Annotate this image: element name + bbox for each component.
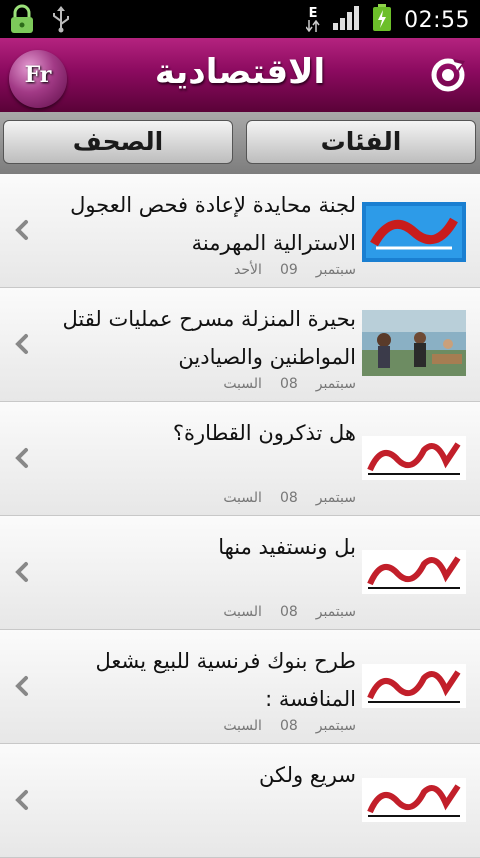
list-item[interactable]: لجنة محايدة لإعادة فحص العجول الاسترالية… <box>0 174 480 288</box>
title-bar: Fr الاقتصادية <box>0 38 480 112</box>
tab-papers[interactable]: الصحف <box>3 120 233 164</box>
article-headline: سريع ولكن <box>258 763 356 787</box>
battery-charging-icon <box>372 4 392 36</box>
article-headline: هل تذكرون القطارة؟ <box>172 421 356 445</box>
list-item[interactable]: سريع ولكن <box>0 744 480 858</box>
article-date: سبتمبر 08 السبت <box>223 718 356 734</box>
chevron-left-icon <box>15 448 28 468</box>
article-headline: بحيرة المنزلة مسرح عمليات لقتل المواطنين… <box>62 307 357 369</box>
chevron-left-icon <box>15 676 28 696</box>
akhbar-logo-icon <box>362 202 466 262</box>
chevron-left-icon <box>15 334 28 354</box>
list-item[interactable]: بل ونستفيد منها سبتمبر 08 السبت <box>0 516 480 630</box>
ahram-logo-icon <box>362 550 466 594</box>
network-type-label: E <box>308 6 318 21</box>
list-item[interactable]: بحيرة المنزلة مسرح عمليات لقتل المواطنين… <box>0 288 480 402</box>
tabs-bar: الصحف الفئات <box>0 112 480 174</box>
article-headline: لجنة محايدة لإعادة فحص العجول الاسترالية… <box>70 193 356 255</box>
refresh-button[interactable] <box>429 56 467 94</box>
ahram-logo-icon <box>362 436 466 480</box>
chevron-left-icon <box>15 790 28 810</box>
article-list: لجنة محايدة لإعادة فحص العجول الاسترالية… <box>0 174 480 858</box>
status-bar: E 02:55 <box>0 0 480 38</box>
article-headline: بل ونستفيد منها <box>218 535 356 559</box>
signal-icon <box>332 5 360 35</box>
article-date: سبتمبر 08 السبت <box>223 490 356 506</box>
article-date: سبتمبر 08 السبت <box>223 604 356 620</box>
tab-categories[interactable]: الفئات <box>246 120 476 164</box>
list-item[interactable]: هل تذكرون القطارة؟ سبتمبر 08 السبت <box>0 402 480 516</box>
list-item[interactable]: طرح بنوك فرنسية للبيع يشعل المنافسة : سب… <box>0 630 480 744</box>
article-date: سبتمبر 08 السبت <box>223 376 356 392</box>
clock: 02:55 <box>404 7 470 33</box>
ahram-logo-icon <box>362 664 466 708</box>
chevron-left-icon <box>15 562 28 582</box>
photo-thumbnail-icon <box>362 310 466 376</box>
article-date: سبتمبر 09 الأحد <box>234 262 356 278</box>
data-transfer-icon: E <box>306 6 320 32</box>
chevron-left-icon <box>15 220 28 240</box>
article-headline: طرح بنوك فرنسية للبيع يشعل المنافسة : <box>95 649 356 711</box>
lock-icon <box>8 4 36 38</box>
page-title: الاقتصادية <box>154 52 326 92</box>
usb-icon <box>50 5 72 37</box>
refresh-icon <box>431 58 465 92</box>
ahram-logo-icon <box>362 778 466 822</box>
